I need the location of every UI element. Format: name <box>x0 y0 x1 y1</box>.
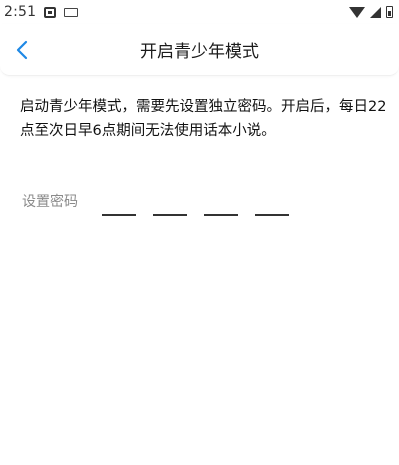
password-row: 设置密码 <box>22 192 382 222</box>
status-right <box>349 6 393 18</box>
password-input[interactable] <box>102 214 289 216</box>
page-title: 开启青少年模式 <box>140 42 259 62</box>
digit-slot-1[interactable] <box>102 214 136 216</box>
chevron-left-icon <box>16 40 28 60</box>
notification-badge-icon <box>44 6 57 18</box>
digit-slot-2[interactable] <box>153 214 187 216</box>
wifi-icon <box>349 6 365 18</box>
battery-icon <box>386 6 393 18</box>
digit-slot-4[interactable] <box>255 214 289 216</box>
signal-icon <box>370 6 381 18</box>
digit-slot-3[interactable] <box>204 214 238 216</box>
status-time: 2:51 <box>4 4 37 20</box>
back-button[interactable] <box>6 34 38 66</box>
mode-description: 启动青少年模式，需要先设置独立密码。开启后，每日22点至次日早6点期间无法使用话… <box>20 99 387 139</box>
header: 开启青少年模式 <box>0 24 399 76</box>
status-left: 2:51 <box>4 4 79 20</box>
password-label: 设置密码 <box>22 194 78 210</box>
status-bar: 2:51 <box>0 0 399 24</box>
keyboard-icon <box>64 7 79 17</box>
